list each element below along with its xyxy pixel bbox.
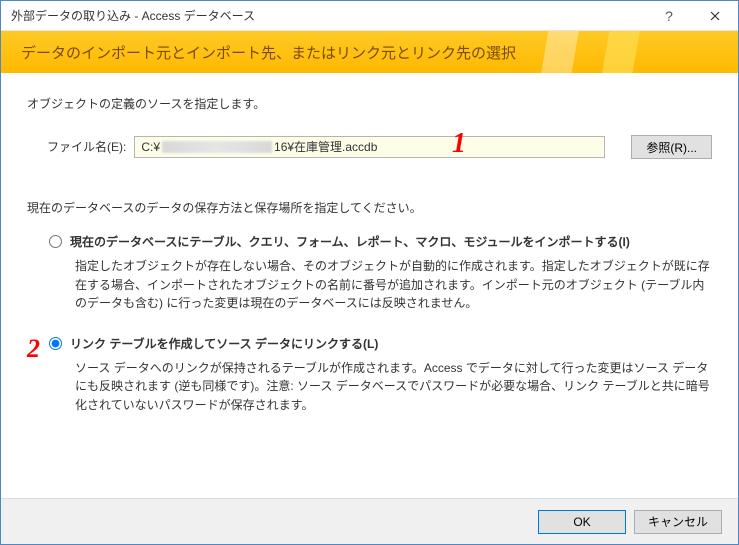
header-banner: データのインポート元とインポート先、またはリンク元とリンク先の選択	[1, 31, 738, 73]
file-row: ファイル名(E): C:¥ 16¥在庫管理.accdb 1 参照(R)...	[47, 135, 712, 159]
banner-title: データのインポート元とインポート先、またはリンク元とリンク先の選択	[21, 42, 516, 63]
option-link-radio[interactable]	[49, 337, 62, 350]
option-import[interactable]: 現在のデータベースにテーブル、クエリ、フォーム、レポート、マクロ、モジュールをイ…	[49, 233, 712, 251]
close-button[interactable]	[692, 1, 738, 31]
option-link-label: リンク テーブルを作成してソース データにリンクする(L)	[70, 335, 378, 353]
file-path-suffix: 16¥在庫管理.accdb	[274, 138, 377, 156]
file-path-redacted	[162, 141, 272, 153]
option-link-desc: ソース データへのリンクが保持されるテーブルが作成されます。Access でデー…	[75, 359, 712, 415]
dialog-footer: OK キャンセル	[1, 498, 738, 544]
storage-instruction: 現在のデータベースのデータの保存方法と保存場所を指定してください。	[27, 199, 712, 217]
option-link[interactable]: 2 リンク テーブルを作成してソース データにリンクする(L)	[49, 335, 712, 353]
cancel-button[interactable]: キャンセル	[634, 510, 722, 534]
source-prompt: オブジェクトの定義のソースを指定します。	[27, 95, 712, 113]
dialog-content: オブジェクトの定義のソースを指定します。 ファイル名(E): C:¥ 16¥在庫…	[1, 73, 738, 498]
annotation-2: 2	[27, 329, 40, 368]
titlebar: 外部データの取り込み - Access データベース ?	[1, 1, 738, 31]
file-path-prefix: C:¥	[141, 138, 160, 156]
window-title: 外部データの取り込み - Access データベース	[11, 7, 646, 24]
option-import-desc: 指定したオブジェクトが存在しない場合、そのオブジェクトが自動的に作成されます。指…	[75, 257, 712, 313]
annotation-1: 1	[452, 123, 466, 165]
browse-button[interactable]: 参照(R)...	[631, 135, 712, 159]
dialog-window: 外部データの取り込み - Access データベース ? データのインポート元と…	[0, 0, 739, 545]
option-import-label: 現在のデータベースにテーブル、クエリ、フォーム、レポート、マクロ、モジュールをイ…	[70, 233, 630, 251]
close-icon	[710, 11, 720, 21]
ok-button[interactable]: OK	[538, 510, 626, 534]
option-import-radio[interactable]	[49, 235, 62, 248]
help-button[interactable]: ?	[646, 1, 692, 31]
file-label: ファイル名(E):	[47, 138, 126, 156]
file-path-input[interactable]: C:¥ 16¥在庫管理.accdb	[134, 136, 605, 158]
